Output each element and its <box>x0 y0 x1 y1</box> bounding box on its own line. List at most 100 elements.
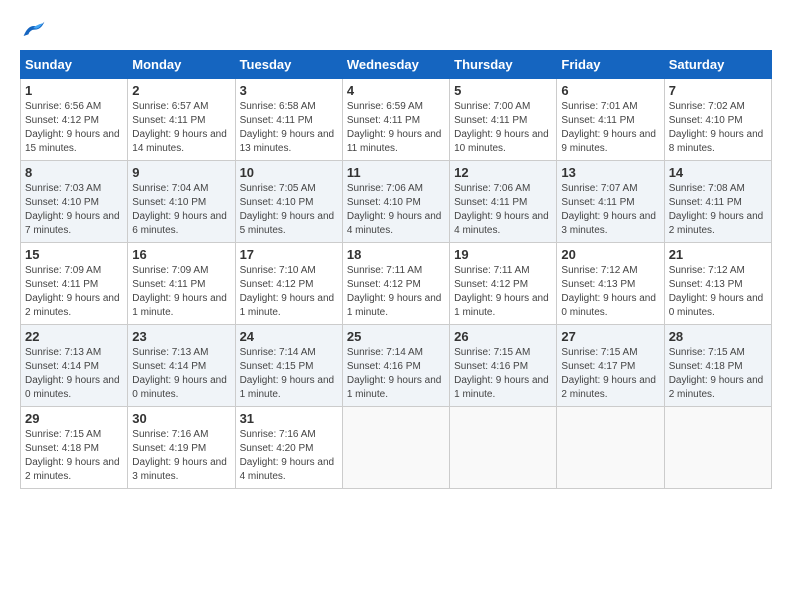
daylight-label: Daylight: 9 hours and 0 minutes. <box>561 293 656 318</box>
daylight-label: Daylight: 9 hours and 2 minutes. <box>669 211 764 236</box>
sunset-label: Sunset: 4:13 PM <box>669 279 743 290</box>
day-info: Sunrise: 7:06 AM Sunset: 4:10 PM Dayligh… <box>347 182 445 238</box>
sunrise-label: Sunrise: 7:07 AM <box>561 183 637 194</box>
calendar-cell: 11 Sunrise: 7:06 AM Sunset: 4:10 PM Dayl… <box>342 161 449 243</box>
day-number: 2 <box>132 83 230 98</box>
day-number: 25 <box>347 329 445 344</box>
daylight-label: Daylight: 9 hours and 1 minute. <box>240 293 335 318</box>
sunset-label: Sunset: 4:11 PM <box>347 115 420 126</box>
sunrise-label: Sunrise: 7:03 AM <box>25 183 101 194</box>
calendar-cell: 14 Sunrise: 7:08 AM Sunset: 4:11 PM Dayl… <box>664 161 771 243</box>
sunset-label: Sunset: 4:10 PM <box>669 115 743 126</box>
calendar-week-row: 8 Sunrise: 7:03 AM Sunset: 4:10 PM Dayli… <box>21 161 772 243</box>
day-number: 26 <box>454 329 552 344</box>
sunrise-label: Sunrise: 7:02 AM <box>669 101 745 112</box>
day-info: Sunrise: 7:09 AM Sunset: 4:11 PM Dayligh… <box>25 264 123 320</box>
daylight-label: Daylight: 9 hours and 11 minutes. <box>347 129 442 154</box>
sunrise-label: Sunrise: 6:56 AM <box>25 101 101 112</box>
day-number: 7 <box>669 83 767 98</box>
daylight-label: Daylight: 9 hours and 4 minutes. <box>240 457 335 482</box>
sunset-label: Sunset: 4:11 PM <box>132 279 205 290</box>
sunrise-label: Sunrise: 7:14 AM <box>240 347 316 358</box>
sunset-label: Sunset: 4:20 PM <box>240 443 314 454</box>
page-header <box>20 20 772 40</box>
calendar-cell: 22 Sunrise: 7:13 AM Sunset: 4:14 PM Dayl… <box>21 325 128 407</box>
sunrise-label: Sunrise: 7:11 AM <box>454 265 529 276</box>
day-info: Sunrise: 7:08 AM Sunset: 4:11 PM Dayligh… <box>669 182 767 238</box>
sunset-label: Sunset: 4:11 PM <box>25 279 98 290</box>
calendar-cell: 10 Sunrise: 7:05 AM Sunset: 4:10 PM Dayl… <box>235 161 342 243</box>
sunset-label: Sunset: 4:11 PM <box>561 115 634 126</box>
day-info: Sunrise: 7:09 AM Sunset: 4:11 PM Dayligh… <box>132 264 230 320</box>
day-info: Sunrise: 7:14 AM Sunset: 4:15 PM Dayligh… <box>240 346 338 402</box>
day-info: Sunrise: 7:15 AM Sunset: 4:18 PM Dayligh… <box>25 428 123 484</box>
sunset-label: Sunset: 4:13 PM <box>561 279 635 290</box>
sunrise-label: Sunrise: 7:13 AM <box>25 347 101 358</box>
day-number: 15 <box>25 247 123 262</box>
sunrise-label: Sunrise: 7:15 AM <box>25 429 101 440</box>
day-info: Sunrise: 6:58 AM Sunset: 4:11 PM Dayligh… <box>240 100 338 156</box>
daylight-label: Daylight: 9 hours and 5 minutes. <box>240 211 335 236</box>
calendar-header-wednesday: Wednesday <box>342 51 449 79</box>
day-number: 13 <box>561 165 659 180</box>
day-number: 17 <box>240 247 338 262</box>
calendar-week-row: 1 Sunrise: 6:56 AM Sunset: 4:12 PM Dayli… <box>21 79 772 161</box>
calendar-cell: 29 Sunrise: 7:15 AM Sunset: 4:18 PM Dayl… <box>21 407 128 489</box>
sunset-label: Sunset: 4:17 PM <box>561 361 635 372</box>
sunrise-label: Sunrise: 7:16 AM <box>132 429 208 440</box>
sunrise-label: Sunrise: 7:15 AM <box>669 347 745 358</box>
day-info: Sunrise: 7:15 AM Sunset: 4:18 PM Dayligh… <box>669 346 767 402</box>
daylight-label: Daylight: 9 hours and 8 minutes. <box>669 129 764 154</box>
daylight-label: Daylight: 9 hours and 1 minute. <box>240 375 335 400</box>
sunset-label: Sunset: 4:11 PM <box>454 197 527 208</box>
day-info: Sunrise: 7:03 AM Sunset: 4:10 PM Dayligh… <box>25 182 123 238</box>
daylight-label: Daylight: 9 hours and 7 minutes. <box>25 211 120 236</box>
day-number: 23 <box>132 329 230 344</box>
calendar-cell: 7 Sunrise: 7:02 AM Sunset: 4:10 PM Dayli… <box>664 79 771 161</box>
calendar-cell: 18 Sunrise: 7:11 AM Sunset: 4:12 PM Dayl… <box>342 243 449 325</box>
sunrise-label: Sunrise: 7:08 AM <box>669 183 745 194</box>
daylight-label: Daylight: 9 hours and 1 minute. <box>454 293 549 318</box>
day-info: Sunrise: 7:14 AM Sunset: 4:16 PM Dayligh… <box>347 346 445 402</box>
calendar-cell: 5 Sunrise: 7:00 AM Sunset: 4:11 PM Dayli… <box>450 79 557 161</box>
day-info: Sunrise: 6:56 AM Sunset: 4:12 PM Dayligh… <box>25 100 123 156</box>
calendar-cell <box>342 407 449 489</box>
sunrise-label: Sunrise: 7:09 AM <box>132 265 208 276</box>
day-info: Sunrise: 7:16 AM Sunset: 4:19 PM Dayligh… <box>132 428 230 484</box>
calendar-cell: 24 Sunrise: 7:14 AM Sunset: 4:15 PM Dayl… <box>235 325 342 407</box>
daylight-label: Daylight: 9 hours and 13 minutes. <box>240 129 335 154</box>
calendar-cell: 12 Sunrise: 7:06 AM Sunset: 4:11 PM Dayl… <box>450 161 557 243</box>
daylight-label: Daylight: 9 hours and 10 minutes. <box>454 129 549 154</box>
daylight-label: Daylight: 9 hours and 2 minutes. <box>25 457 120 482</box>
calendar-cell: 17 Sunrise: 7:10 AM Sunset: 4:12 PM Dayl… <box>235 243 342 325</box>
calendar-cell: 2 Sunrise: 6:57 AM Sunset: 4:11 PM Dayli… <box>128 79 235 161</box>
daylight-label: Daylight: 9 hours and 1 minute. <box>347 375 442 400</box>
sunset-label: Sunset: 4:18 PM <box>25 443 99 454</box>
day-number: 31 <box>240 411 338 426</box>
calendar-cell: 13 Sunrise: 7:07 AM Sunset: 4:11 PM Dayl… <box>557 161 664 243</box>
sunset-label: Sunset: 4:10 PM <box>240 197 314 208</box>
calendar-week-row: 22 Sunrise: 7:13 AM Sunset: 4:14 PM Dayl… <box>21 325 772 407</box>
sunrise-label: Sunrise: 6:59 AM <box>347 101 423 112</box>
day-number: 28 <box>669 329 767 344</box>
calendar-cell: 27 Sunrise: 7:15 AM Sunset: 4:17 PM Dayl… <box>557 325 664 407</box>
calendar-header-sunday: Sunday <box>21 51 128 79</box>
sunrise-label: Sunrise: 7:05 AM <box>240 183 316 194</box>
sunset-label: Sunset: 4:10 PM <box>25 197 99 208</box>
sunset-label: Sunset: 4:10 PM <box>132 197 206 208</box>
daylight-label: Daylight: 9 hours and 2 minutes. <box>669 375 764 400</box>
calendar-cell: 15 Sunrise: 7:09 AM Sunset: 4:11 PM Dayl… <box>21 243 128 325</box>
day-number: 1 <box>25 83 123 98</box>
day-info: Sunrise: 7:15 AM Sunset: 4:16 PM Dayligh… <box>454 346 552 402</box>
calendar-cell: 9 Sunrise: 7:04 AM Sunset: 4:10 PM Dayli… <box>128 161 235 243</box>
day-number: 4 <box>347 83 445 98</box>
day-number: 14 <box>669 165 767 180</box>
calendar-cell: 16 Sunrise: 7:09 AM Sunset: 4:11 PM Dayl… <box>128 243 235 325</box>
daylight-label: Daylight: 9 hours and 1 minute. <box>454 375 549 400</box>
daylight-label: Daylight: 9 hours and 0 minutes. <box>669 293 764 318</box>
day-info: Sunrise: 6:59 AM Sunset: 4:11 PM Dayligh… <box>347 100 445 156</box>
day-number: 18 <box>347 247 445 262</box>
sunset-label: Sunset: 4:12 PM <box>454 279 528 290</box>
day-info: Sunrise: 7:11 AM Sunset: 4:12 PM Dayligh… <box>347 264 445 320</box>
calendar-cell: 19 Sunrise: 7:11 AM Sunset: 4:12 PM Dayl… <box>450 243 557 325</box>
